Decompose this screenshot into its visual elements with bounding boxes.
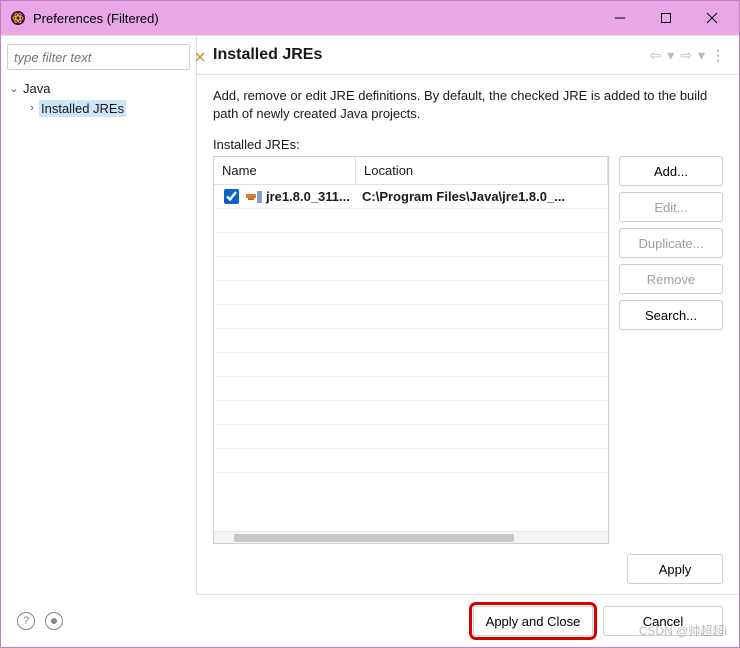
expand-icon[interactable]: ›	[25, 102, 39, 114]
minimize-button[interactable]	[597, 1, 643, 35]
jre-icon	[246, 191, 262, 203]
preferences-tree: ⌄ Java › Installed JREs	[1, 76, 196, 118]
horizontal-scrollbar[interactable]	[214, 531, 608, 543]
column-name[interactable]: Name	[214, 157, 356, 184]
table-row	[214, 209, 608, 233]
search-button[interactable]: Search...	[619, 300, 723, 330]
nav-dropdown-icon[interactable]: ▾	[696, 47, 707, 64]
content-pane: Installed JREs ⇦ ▾ ⇨ ▾ ⋮ Add, remove or …	[197, 36, 739, 595]
jre-action-buttons: Add... Edit... Duplicate... Remove Searc…	[619, 156, 723, 544]
apply-button[interactable]: Apply	[627, 554, 723, 584]
page-title: Installed JREs	[213, 46, 647, 64]
table-row	[214, 425, 608, 449]
table-row[interactable]: jre1.8.0_311... C:\Program Files\Java\jr…	[214, 185, 608, 209]
add-button[interactable]: Add...	[619, 156, 723, 186]
nav-dropdown-icon[interactable]: ▾	[665, 47, 676, 64]
tree-node-java[interactable]: ⌄ Java	[7, 78, 196, 98]
help-icon[interactable]: ?	[17, 612, 35, 630]
jre-name: jre1.8.0_311...	[266, 189, 350, 204]
maximize-button[interactable]	[643, 1, 689, 35]
filter-input[interactable]	[12, 49, 194, 66]
duplicate-button[interactable]: Duplicate...	[619, 228, 723, 258]
dialog-footer: ? Apply and Close Cancel	[1, 595, 739, 647]
apply-and-close-button[interactable]: Apply and Close	[473, 606, 593, 636]
nav-menu-icon[interactable]: ⋮	[709, 47, 727, 64]
table-row	[214, 257, 608, 281]
cancel-button[interactable]: Cancel	[603, 606, 723, 636]
nav-forward-icon[interactable]: ⇨	[678, 47, 694, 64]
page-nav: ⇦ ▾ ⇨ ▾ ⋮	[647, 47, 727, 64]
edit-button[interactable]: Edit...	[619, 192, 723, 222]
eclipse-icon	[9, 9, 27, 27]
table-row	[214, 233, 608, 257]
collapse-icon[interactable]: ⌄	[7, 82, 21, 95]
close-button[interactable]	[689, 1, 735, 35]
window-title: Preferences (Filtered)	[33, 11, 597, 26]
jre-checkbox[interactable]	[224, 189, 239, 204]
sidebar: ⌄ Java › Installed JREs	[1, 36, 197, 595]
filter-box[interactable]	[7, 44, 190, 70]
import-export-icon[interactable]	[45, 612, 63, 630]
column-location[interactable]: Location	[356, 157, 608, 184]
table-row	[214, 377, 608, 401]
page-description: Add, remove or edit JRE definitions. By …	[197, 75, 739, 129]
titlebar: Preferences (Filtered)	[1, 1, 739, 35]
jre-location: C:\Program Files\Java\jre1.8.0_...	[356, 189, 608, 204]
jre-table[interactable]: Name Location jre1.8.0_311...	[213, 156, 609, 544]
nav-back-icon[interactable]: ⇦	[647, 47, 663, 64]
table-row	[214, 449, 608, 473]
table-row	[214, 305, 608, 329]
table-row	[214, 281, 608, 305]
table-row	[214, 353, 608, 377]
tree-label: Installed JREs	[39, 100, 126, 117]
tree-node-installed-jres[interactable]: › Installed JREs	[7, 98, 196, 118]
table-row	[214, 401, 608, 425]
jre-list-label: Installed JREs:	[197, 129, 739, 156]
tree-label: Java	[21, 80, 52, 97]
table-header: Name Location	[214, 157, 608, 185]
remove-button[interactable]: Remove	[619, 264, 723, 294]
table-row	[214, 329, 608, 353]
